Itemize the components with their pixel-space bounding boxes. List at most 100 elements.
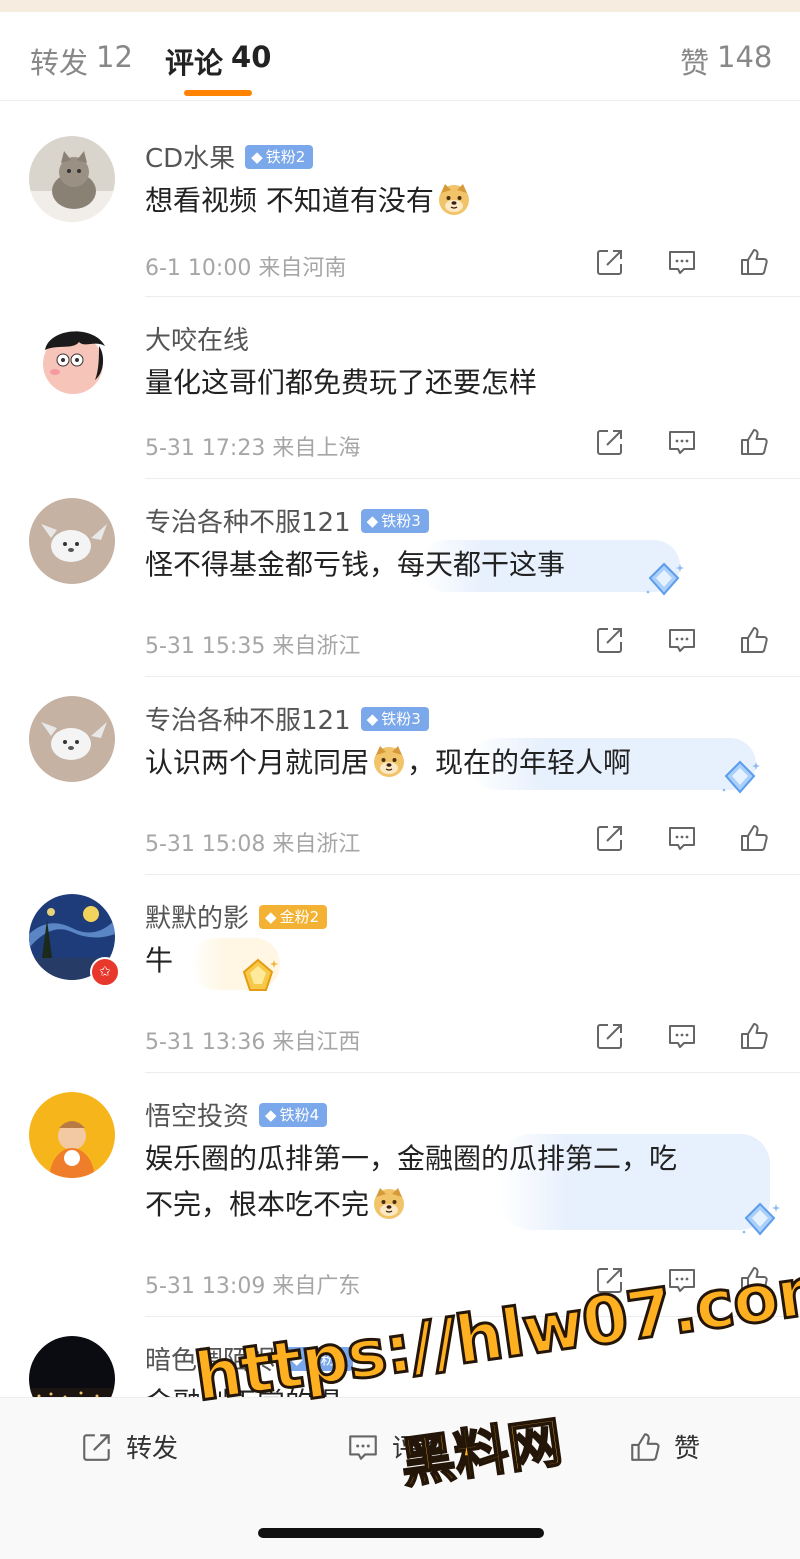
fan-badge[interactable]: ◆ 金粉2 [259,904,328,929]
comment-location: 来自广东 [272,1274,361,1299]
tab-repost[interactable]: 转发 12 [30,40,133,82]
avatar[interactable] [29,1336,115,1397]
like-icon [628,1430,662,1464]
active-tab-indicator [184,90,252,96]
comment-text-body: 牛 [145,944,174,977]
comment-text-body: 量化这哥们都免费玩了还要怎样 [145,366,538,399]
username[interactable]: 暗色调陌烬 ◆ 铁粉5 [145,1340,354,1377]
share-icon[interactable] [594,246,626,278]
diamond-icon: ◆ [251,147,263,166]
comment-button[interactable]: 评论 [346,1428,444,1465]
comment-meta: 5-31 17:23 来自上海 [145,430,360,462]
comment-text: 牛 [145,938,765,984]
comment-text-part: 认识两个月就同居 [145,746,370,779]
comment-location: 来自浙江 [272,832,361,857]
comment-text: 娱乐圈的瓜排第一，金融圈的瓜排第二，吃 不完，根本吃不完 [145,1136,765,1228]
comment-text: 认识两个月就同居 ，现在的年轻人啊 [145,740,765,786]
reply-icon[interactable] [666,624,698,656]
fan-badge[interactable]: ◆ 铁粉3 [360,706,429,731]
diamond-icon: ◆ [291,1349,303,1368]
share-icon[interactable] [594,822,626,854]
like-icon[interactable] [738,1264,770,1296]
tab-comments[interactable]: 评论 40 [165,40,271,82]
divider [145,1072,800,1073]
like-icon[interactable] [738,246,770,278]
like-label: 赞 [674,1434,701,1464]
avatar[interactable] [29,498,115,584]
reply-icon[interactable] [666,1264,698,1296]
share-icon[interactable] [594,1020,626,1052]
username[interactable]: 专治各种不服121 ◆ 铁粉3 [145,700,429,737]
tab-comments-count: 40 [231,40,272,74]
fan-badge-label: 金粉2 [279,908,320,926]
comment-text: 想看视频 不知道有没有 [145,178,765,224]
fan-badge-label: 铁粉3 [381,710,421,728]
comment-meta: 5-31 15:08 来自浙江 [145,826,360,858]
like-icon[interactable] [738,822,770,854]
repost-label: 转发 [126,1434,179,1464]
comment-actions [594,246,770,278]
comment-actions [594,822,770,854]
comment-text-line: 不完，根本吃不完 [145,1188,370,1221]
comment-icon [346,1430,380,1464]
comment-location: 来自江西 [272,1030,361,1055]
comment-actions [594,1264,770,1296]
fan-badge[interactable]: ◆ 铁粉4 [259,1102,328,1127]
share-icon[interactable] [594,426,626,458]
comment-location: 来自浙江 [272,634,361,659]
status-strip [0,0,800,12]
fan-badge[interactable]: ◆ 铁粉5 [285,1346,354,1371]
comment-location: 来自河南 [258,256,347,281]
comment-meta: 5-31 13:36 来自江西 [145,1024,360,1056]
comment-location: 来自上海 [272,436,361,461]
comment-actions [594,426,770,458]
fan-badge-label: 铁粉5 [305,1350,346,1368]
reply-icon[interactable] [666,246,698,278]
comment-actions [594,624,770,656]
diamond-icon: ◆ [265,1105,277,1124]
username[interactable]: 专治各种不服121 ◆ 铁粉3 [145,502,429,539]
divider [145,1316,800,1317]
tab-repost-count: 12 [96,40,133,74]
fan-badge-label: 铁粉4 [279,1106,320,1124]
comment-meta: 5-31 13:09 来自广东 [145,1268,360,1300]
comment-actions [594,1020,770,1052]
doge-emoji-icon [371,1185,407,1221]
repost-button[interactable]: 转发 [80,1428,178,1465]
username[interactable]: 默默的影 ◆ 金粉2 [145,898,328,935]
divider [145,296,800,297]
comment-time: 5-31 17:23 [145,436,266,461]
comment-text-body: 想看视频 不知道有没有 [145,184,434,217]
share-icon[interactable] [594,624,626,656]
diamond-icon: ◆ [366,511,379,530]
avatar[interactable] [29,1092,115,1178]
reply-icon[interactable] [666,426,698,458]
comment-time: 6-1 10:00 [145,256,252,281]
divider [145,676,800,677]
divider [145,874,800,875]
comment-text-line: 娱乐圈的瓜排第一，金融圈的瓜排第二，吃 [145,1142,678,1175]
doge-emoji-icon [436,181,472,217]
comment-text-part: ，现在的年轻人啊 [407,746,632,779]
like-icon[interactable] [738,426,770,458]
avatar[interactable] [29,696,115,782]
like-button[interactable]: 赞 [628,1428,700,1465]
avatar[interactable] [29,316,115,402]
avatar[interactable] [29,136,115,222]
comment-label: 评论 [392,1434,445,1464]
username[interactable]: CD水果 ◆ 铁粉2 [145,138,314,175]
like-icon[interactable] [738,624,770,656]
tab-likes[interactable]: 赞 148 [680,40,772,82]
username[interactable]: 悟空投资 ◆ 铁粉4 [145,1096,328,1133]
username[interactable]: 大咬在线 [145,320,249,357]
comment-text-body: 怪不得基金都亏钱，每天都干这事 [145,548,566,581]
reply-icon[interactable] [666,1020,698,1052]
fan-badge[interactable]: ◆ 铁粉2 [245,144,314,169]
username-text: 暗色调陌烬 [145,1346,276,1376]
comment-text: 金融刮天常的得 [145,1380,765,1397]
fan-badge[interactable]: ◆ 铁粉3 [360,508,429,533]
tab-likes-label: 赞 [680,46,710,80]
like-icon[interactable] [738,1020,770,1052]
reply-icon[interactable] [666,822,698,854]
share-icon[interactable] [594,1264,626,1296]
